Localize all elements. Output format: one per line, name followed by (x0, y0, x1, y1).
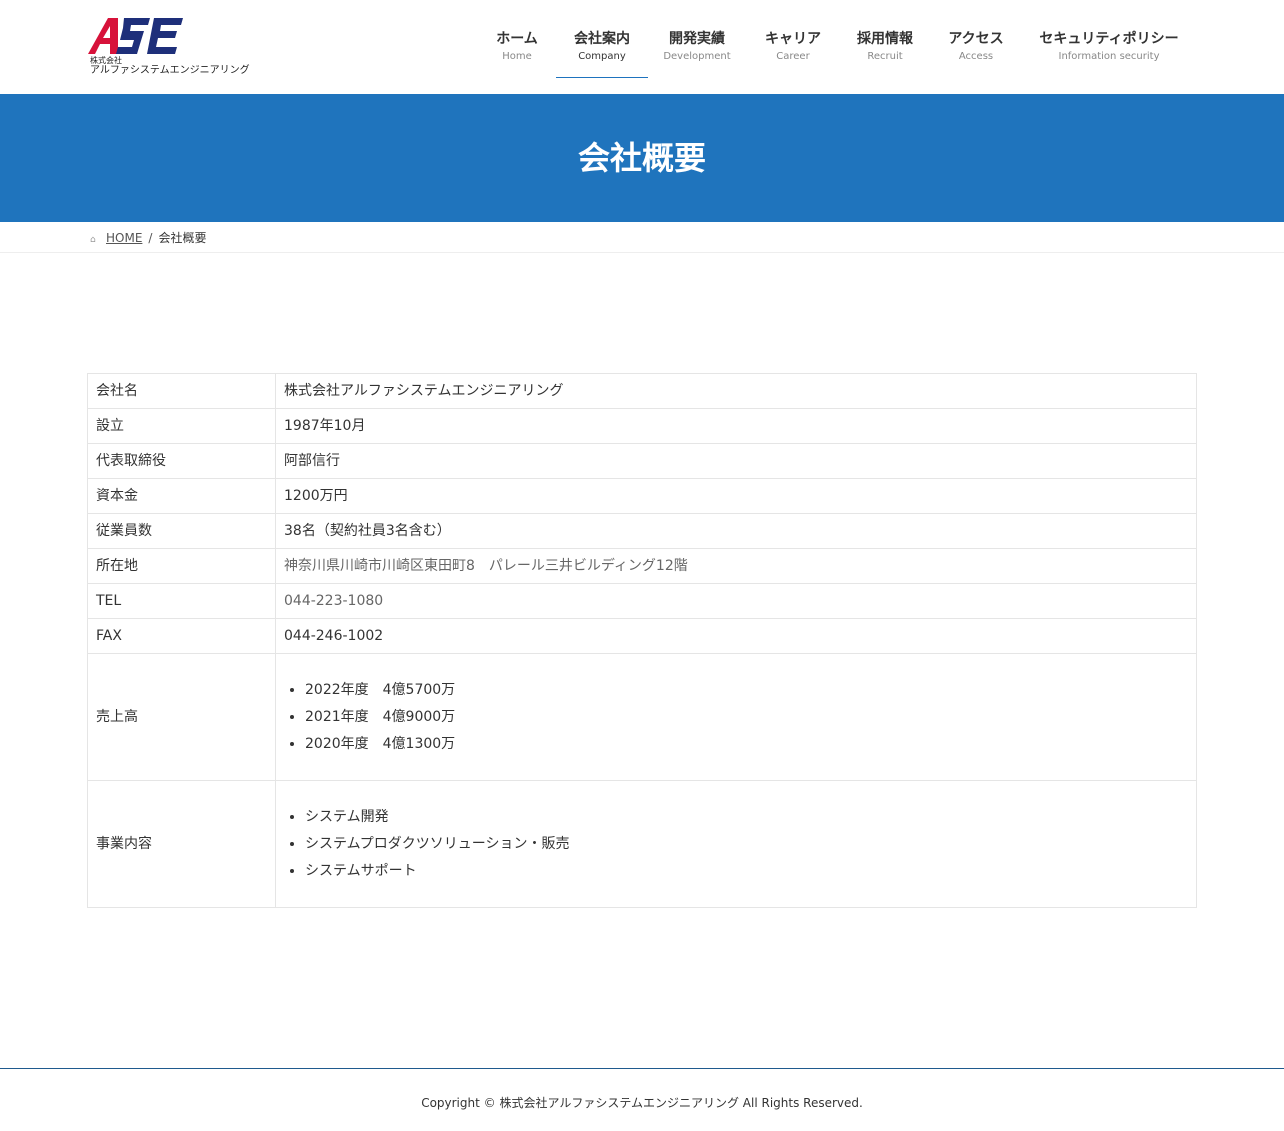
company-info-table: 会社名 株式会社アルファシステムエンジニアリング 設立 1987年10月 代表取… (87, 373, 1197, 908)
table-row: 代表取締役 阿部信行 (87, 443, 1197, 479)
row-value-capital: 1200万円 (275, 478, 1197, 514)
sales-list: 2022年度 4億5700万 2021年度 4億9000万 2020年度 4億1… (284, 677, 1188, 758)
nav-recruit-sublabel: Recruit (867, 51, 903, 62)
breadcrumb-home-link[interactable]: HOME (106, 231, 142, 245)
page-header-band: 会社概要 (0, 94, 1284, 222)
table-row: 所在地 神奈川県川崎市川崎区東田町8 パレール三井ビルディング12階 (87, 548, 1197, 584)
nav-home-sublabel: Home (502, 51, 532, 62)
row-label-employees: 従業員数 (87, 513, 276, 549)
row-label-capital: 資本金 (87, 478, 276, 514)
row-value-fax: 044-246-1002 (275, 618, 1197, 654)
site-logo[interactable]: 株式会社 アルファシステムエンジニアリング (88, 16, 250, 80)
table-row: 事業内容 システム開発 システムプロダクツソリューション・販売 システムサポート (87, 780, 1197, 908)
nav-company-sublabel: Company (578, 51, 626, 62)
table-row: TEL 044-223-1080 (87, 583, 1197, 619)
breadcrumb-separator: / (148, 231, 153, 245)
nav-security-policy[interactable]: セキュリティポリシー Information security (1034, 28, 1184, 78)
nav-development-sublabel: Development (663, 51, 731, 62)
row-label-address: 所在地 (87, 548, 276, 584)
row-value-sales: 2022年度 4億5700万 2021年度 4億9000万 2020年度 4億1… (275, 653, 1197, 781)
list-item: システム開発 (305, 804, 1188, 831)
breadcrumb: ⌂ HOME / 会社概要 (0, 222, 1284, 253)
table-row: 資本金 1200万円 (87, 478, 1197, 514)
table-row: 会社名 株式会社アルファシステムエンジニアリング (87, 373, 1197, 409)
table-row: FAX 044-246-1002 (87, 618, 1197, 654)
nav-access-sublabel: Access (958, 51, 994, 62)
table-row: 設立 1987年10月 (87, 408, 1197, 444)
nav-recruit-label: 採用情報 (857, 31, 913, 47)
nav-access-label: アクセス (948, 31, 1004, 47)
business-list: システム開発 システムプロダクツソリューション・販売 システムサポート (284, 804, 1188, 885)
row-label-ceo: 代表取締役 (87, 443, 276, 479)
list-item: 2021年度 4億9000万 (305, 704, 1188, 731)
row-value-ceo: 阿部信行 (275, 443, 1197, 479)
logo-company-type: 株式会社 (90, 56, 122, 65)
nav-security-policy-label: セキュリティポリシー (1039, 31, 1179, 47)
nav-company[interactable]: 会社案内 Company (556, 28, 648, 78)
nav-career[interactable]: キャリア Career (760, 28, 826, 78)
copyright-text: Copyright © 株式会社アルファシステムエンジニアリング All Rig… (421, 1096, 863, 1110)
logo-company-name: アルファシステムエンジニアリング (90, 65, 250, 76)
nav-recruit[interactable]: 採用情報 Recruit (852, 28, 918, 78)
row-label-sales: 売上高 (87, 653, 276, 781)
nav-home[interactable]: ホーム Home (490, 28, 544, 78)
row-label-company-name: 会社名 (87, 373, 276, 409)
list-item: システムサポート (305, 858, 1188, 885)
breadcrumb-current: 会社概要 (158, 231, 207, 245)
table-row: 売上高 2022年度 4億5700万 2021年度 4億9000万 2020年度… (87, 653, 1197, 781)
nav-career-label: キャリア (765, 31, 821, 47)
list-item: 2020年度 4億1300万 (305, 731, 1188, 758)
list-item: 2022年度 4億5700万 (305, 677, 1188, 704)
nav-company-label: 会社案内 (574, 31, 630, 47)
row-label-tel: TEL (87, 583, 276, 619)
row-label-founded: 設立 (87, 408, 276, 444)
table-row: 従業員数 38名（契約社員3名含む） (87, 513, 1197, 549)
row-value-tel-link[interactable]: 044-223-1080 (275, 583, 1197, 619)
nav-home-label: ホーム (496, 31, 538, 47)
site-header: 株式会社 アルファシステムエンジニアリング ホーム Home 会社案内 Comp… (0, 0, 1284, 94)
row-value-address[interactable]: 神奈川県川崎市川崎区東田町8 パレール三井ビルディング12階 (275, 548, 1197, 584)
nav-security-policy-sublabel: Information security (1058, 51, 1160, 62)
nav-access[interactable]: アクセス Access (944, 28, 1008, 78)
home-icon: ⌂ (90, 235, 96, 245)
row-label-fax: FAX (87, 618, 276, 654)
row-value-company-name: 株式会社アルファシステムエンジニアリング (275, 373, 1197, 409)
site-footer: Copyright © 株式会社アルファシステムエンジニアリング All Rig… (0, 1068, 1284, 1131)
nav-development-label: 開発実績 (669, 31, 725, 47)
ase-logo-mark (88, 18, 183, 54)
row-value-founded: 1987年10月 (275, 408, 1197, 444)
list-item: システムプロダクツソリューション・販売 (305, 831, 1188, 858)
page-title: 会社概要 (577, 139, 706, 177)
nav-career-sublabel: Career (776, 51, 810, 62)
row-label-business: 事業内容 (87, 780, 276, 908)
nav-development[interactable]: 開発実績 Development (660, 28, 734, 78)
row-value-employees: 38名（契約社員3名含む） (275, 513, 1197, 549)
row-value-business: システム開発 システムプロダクツソリューション・販売 システムサポート (275, 780, 1197, 908)
